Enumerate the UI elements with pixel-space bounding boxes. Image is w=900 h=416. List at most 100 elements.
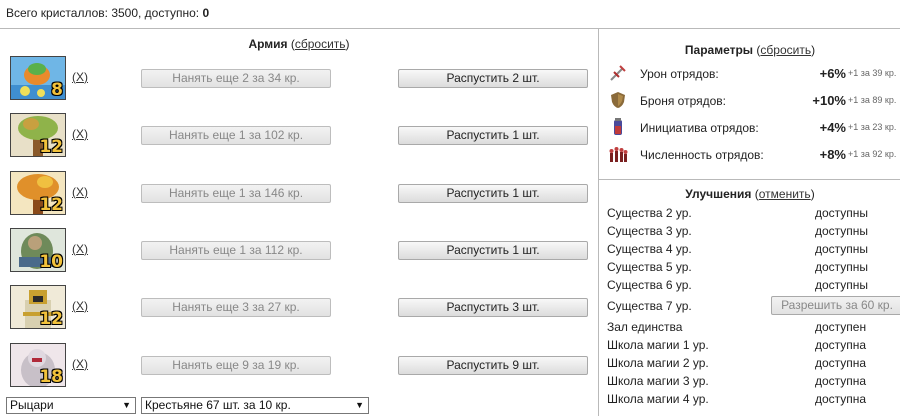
remove-label: X	[76, 185, 85, 199]
hire-button[interactable]: Нанять еще 9 за 19 кр.	[141, 356, 331, 375]
params-title: Параметры	[684, 43, 754, 57]
unit-portrait-6: 18	[10, 343, 66, 387]
dismiss-button[interactable]: Распустить 2 шт.	[398, 69, 588, 88]
unit-portrait-4: 10	[10, 228, 66, 272]
unit-remove-link[interactable]: (X)	[72, 70, 88, 84]
upgrades-cancel-link[interactable]: отменить	[759, 187, 811, 201]
right-divider	[599, 179, 900, 180]
upgrade-name: Существа 5 ур.	[607, 260, 692, 274]
param-cost[interactable]: +1 за 23 кр.	[848, 122, 896, 132]
upgrade-status: доступна	[815, 374, 867, 388]
dismiss-button[interactable]: Распустить 1 шт.	[398, 126, 588, 145]
unit-portrait-5: 12	[10, 285, 66, 329]
param-label: Урон отрядов:	[640, 67, 719, 81]
hire-button[interactable]: Нанять еще 1 за 102 кр.	[141, 126, 331, 145]
dismiss-button[interactable]: Распустить 3 шт.	[398, 298, 588, 317]
unit-count: 18	[39, 367, 63, 387]
unit-remove-link[interactable]: (X)	[72, 299, 88, 313]
unit-portrait-2: 12	[10, 113, 66, 157]
unit-count: 12	[39, 137, 63, 157]
troops-icon	[609, 147, 628, 162]
dismiss-button[interactable]: Распустить 9 шт.	[398, 356, 588, 375]
remove-label: X	[76, 70, 85, 84]
dismiss-button[interactable]: Распустить 1 шт.	[398, 184, 588, 203]
param-label: Численность отрядов:	[640, 148, 764, 162]
upgrade-name: Существа 4 ур.	[607, 242, 692, 256]
unit-row: 12 (X) Нанять еще 1 за 146 кр. Распустит…	[10, 171, 600, 221]
hire-button[interactable]: Нанять еще 1 за 146 кр.	[141, 184, 331, 203]
param-value: +8%	[819, 147, 846, 162]
upgrade-status: доступны	[815, 242, 869, 256]
unit-portrait-1: 8	[10, 56, 66, 100]
army-reset-link[interactable]: сбросить	[295, 37, 346, 51]
unit-remove-link[interactable]: (X)	[72, 357, 88, 371]
param-row: Броня отрядов: +10% +1 за 89 кр.	[608, 90, 900, 110]
hire-button[interactable]: Нанять еще 1 за 112 кр.	[141, 241, 331, 260]
chevron-down-icon: ▼	[122, 400, 131, 410]
upgrade-name: Существа 6 ур.	[607, 278, 692, 292]
param-value: +4%	[819, 120, 846, 135]
upgrade-row: Существа 2 ур. доступны	[607, 206, 900, 224]
remove-label: X	[76, 299, 85, 313]
upgrade-status: доступна	[815, 392, 867, 406]
upgrade-row: Существа 3 ур. доступны	[607, 224, 900, 242]
upgrades-header: Улучшения (отменить)	[685, 187, 815, 201]
unit-count: 12	[39, 195, 63, 215]
upgrade-name: Школа магии 4 ур.	[607, 392, 709, 406]
upgrade-row: Школа магии 4 ур. доступна	[607, 392, 900, 410]
upgrade-status: доступны	[815, 278, 869, 292]
unit-row: 8 (X) Нанять еще 2 за 34 кр. Распустить …	[10, 56, 600, 106]
upgrade-status: доступны	[815, 224, 869, 238]
params-reset-link[interactable]: сбросить	[760, 43, 811, 57]
sword-icon	[610, 65, 626, 81]
hire-button[interactable]: Нанять еще 3 за 27 кр.	[141, 298, 331, 317]
upgrade-name: Школа магии 3 ур.	[607, 374, 709, 388]
param-cost[interactable]: +1 за 92 кр.	[848, 149, 896, 159]
shield-icon	[611, 92, 625, 108]
upgrade-status: доступны	[815, 206, 869, 220]
crystals-summary-label: Всего кристаллов: 3500, доступно:	[6, 6, 203, 20]
param-value: +10%	[812, 93, 846, 108]
upgrade-name: Существа 7 ур.	[607, 299, 692, 313]
upgrade-name: Школа магии 2 ур.	[607, 356, 709, 370]
unit-select-value: Крестьяне 67 шт. за 10 кр.	[145, 398, 291, 412]
unit-row: 12 (X) Нанять еще 1 за 102 кр. Распустит…	[10, 113, 600, 163]
army-title: Армия	[248, 37, 288, 51]
upgrade-row: Школа магии 3 ур. доступна	[607, 374, 900, 392]
unit-row: 12 (X) Нанять еще 3 за 27 кр. Распустить…	[10, 285, 600, 335]
param-row: Урон отрядов: +6% +1 за 39 кр.	[608, 63, 900, 83]
unit-row: 10 (X) Нанять еще 1 за 112 кр. Распустит…	[10, 228, 600, 278]
allow-upgrade-button[interactable]: Разрешить за 60 кр.	[771, 296, 900, 315]
faction-select[interactable]: Рыцари ▼	[6, 397, 136, 414]
upgrade-status: доступен	[815, 320, 867, 334]
hire-button[interactable]: Нанять еще 2 за 34 кр.	[141, 69, 331, 88]
param-label: Броня отрядов:	[640, 94, 727, 108]
unit-remove-link[interactable]: (X)	[72, 242, 88, 256]
upgrade-status: доступны	[815, 260, 869, 274]
unit-remove-link[interactable]: (X)	[72, 127, 88, 141]
unit-count: 8	[51, 80, 63, 100]
upgrade-name: Существа 3 ур.	[607, 224, 692, 238]
param-row: Численность отрядов: +8% +1 за 92 кр.	[608, 144, 900, 164]
unit-count: 10	[39, 252, 63, 272]
faction-select-value: Рыцари	[10, 398, 54, 412]
unit-count: 12	[39, 309, 63, 329]
unit-select[interactable]: Крестьяне 67 шт. за 10 кр. ▼	[141, 397, 369, 414]
unit-remove-link[interactable]: (X)	[72, 185, 88, 199]
remove-label: X	[76, 127, 85, 141]
param-cost[interactable]: +1 за 89 кр.	[848, 95, 896, 105]
upgrade-row: Зал единства доступен	[607, 320, 900, 338]
unit-portrait-3: 12	[10, 171, 66, 215]
upgrade-name: Существа 2 ур.	[607, 206, 692, 220]
unit-row: 18 (X) Нанять еще 9 за 19 кр. Распустить…	[10, 343, 600, 393]
upgrade-row: Существа 6 ур. доступны	[607, 278, 900, 296]
param-cost[interactable]: +1 за 39 кр.	[848, 68, 896, 78]
param-value: +6%	[819, 66, 846, 81]
chevron-down-icon: ▼	[355, 400, 364, 410]
crystals-available: 0	[202, 6, 210, 20]
dismiss-button[interactable]: Распустить 1 шт.	[398, 241, 588, 260]
upgrade-row: Существа 4 ур. доступны	[607, 242, 900, 260]
upgrade-status: доступна	[815, 338, 867, 352]
upgrade-name: Школа магии 1 ур.	[607, 338, 709, 352]
potion-icon	[614, 118, 622, 135]
